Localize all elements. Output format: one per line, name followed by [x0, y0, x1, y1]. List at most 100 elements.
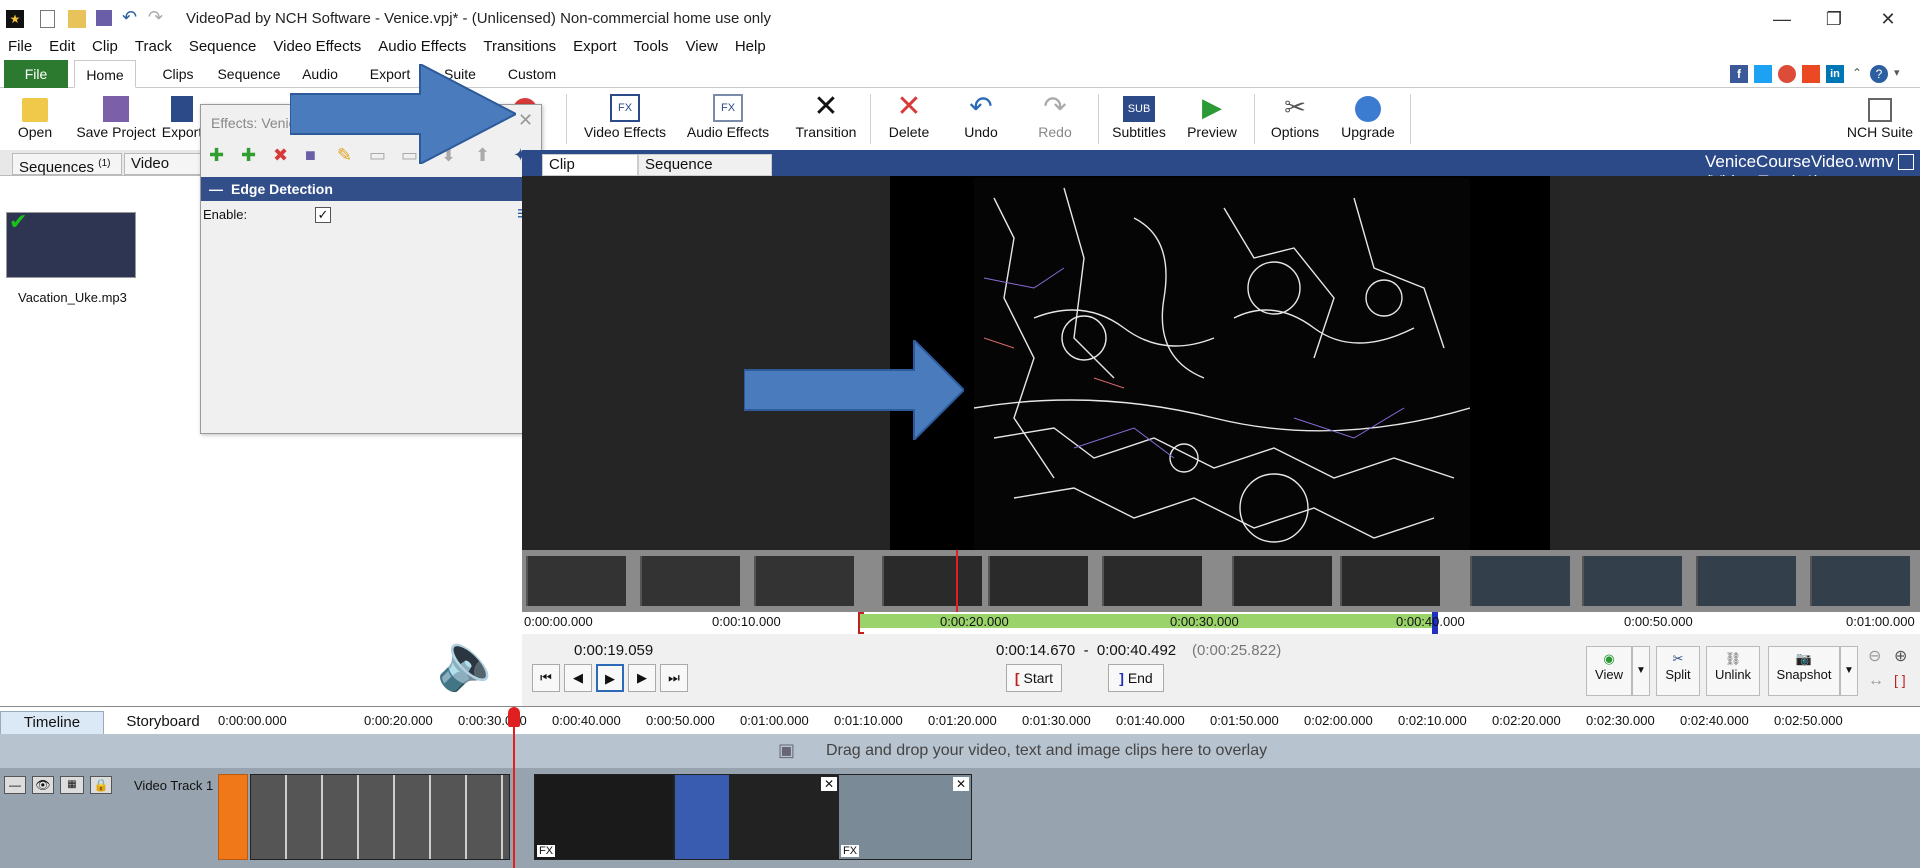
export-button[interactable]: Export [160, 88, 204, 148]
set-end-button[interactable]: ] End [1108, 664, 1164, 692]
tab-clip-preview[interactable]: Clip Preview [542, 154, 638, 193]
redo-button[interactable]: ↷ Redo [1022, 88, 1088, 148]
zoom-in-icon[interactable]: ⊕ [1894, 646, 1907, 666]
playback-controls: 0:00:19.059 ⏮ ◀ ▶ ▶ ⏭ 0:00:14.670 - 0:00… [522, 634, 1920, 706]
tab-file[interactable]: File [4, 60, 68, 88]
timeline-tick: 0:02:50.000 [1774, 713, 1843, 728]
undock-icon[interactable] [1898, 154, 1914, 170]
tab-clips[interactable]: Clips [154, 60, 202, 88]
transition-button[interactable]: ✕ Transition [792, 88, 860, 148]
add-effect-chain-icon[interactable]: ✚ [241, 145, 256, 166]
transition-icon[interactable]: ✕ [820, 777, 837, 791]
range-duration: (0:00:25.822) [1192, 642, 1282, 659]
timeline-clip[interactable] [674, 774, 730, 860]
timeline-clip[interactable] [218, 774, 248, 860]
step-forward-button[interactable]: ▶ [628, 664, 656, 692]
fit-width-icon[interactable]: ↔ [1868, 672, 1884, 690]
googleplus-icon[interactable] [1778, 65, 1796, 83]
overlay-track[interactable]: ▣ Drag and drop your video, text and ima… [0, 734, 1920, 768]
range-start-marker[interactable] [858, 612, 864, 634]
enable-checkbox[interactable]: ✓ [315, 207, 331, 223]
tab-timeline[interactable]: Timeline [0, 711, 104, 735]
options-button[interactable]: ✂ Options [1260, 88, 1330, 148]
fit-range-icon[interactable]: [ ] [1894, 672, 1906, 688]
timeline-clip[interactable]: ✕ [730, 774, 840, 860]
save-project-button[interactable]: Save Project [74, 88, 158, 148]
subtitles-label: Subtitles [1112, 124, 1166, 140]
transition-icon[interactable]: ✕ [952, 777, 969, 791]
view-button[interactable]: ◉ View [1586, 646, 1632, 696]
upgrade-button[interactable]: Upgrade [1334, 88, 1402, 148]
view-dropdown-button[interactable]: ▼ [1632, 646, 1650, 696]
play-button[interactable]: ▶ [596, 664, 624, 692]
add-effect-icon[interactable]: ✚ [209, 145, 224, 166]
preview-play-icon: ▶ [1202, 92, 1222, 122]
tab-sequence-preview[interactable]: Sequence Preview [638, 154, 772, 193]
twitter-icon[interactable] [1754, 65, 1772, 83]
linkedin-icon[interactable]: in [1826, 65, 1844, 83]
track-visibility-icon[interactable]: 👁 [32, 776, 54, 794]
quick-access-redo-icon[interactable]: ↷ [148, 7, 163, 28]
snapshot-button[interactable]: 📷 Snapshot [1768, 646, 1840, 696]
chevron-down-icon[interactable]: ▾ [1894, 66, 1900, 79]
menu-audio-effects[interactable]: Audio Effects [370, 36, 475, 58]
nch-suite-button[interactable]: NCH Suite [1844, 88, 1916, 148]
ruler-tick: 0:00:50.000 [1624, 614, 1693, 629]
quick-access-save-icon[interactable] [96, 10, 112, 26]
tab-sequence[interactable]: Sequence [214, 60, 284, 88]
help-icon[interactable]: ? [1870, 65, 1888, 83]
menu-clip[interactable]: Clip [84, 36, 127, 58]
track-lock-icon[interactable]: 🔒 [90, 776, 112, 794]
tab-video-files[interactable]: Video Files [124, 153, 210, 192]
timeline-clip[interactable] [250, 774, 510, 860]
menu-view[interactable]: View [678, 36, 727, 58]
video-effects-button[interactable]: FX Video Effects [578, 88, 672, 148]
unlink-button[interactable]: ⛓ Unlink [1706, 646, 1760, 696]
menu-export[interactable]: Export [565, 36, 625, 58]
menu-edit[interactable]: Edit [41, 36, 84, 58]
zoom-out-icon[interactable]: ⊖ [1868, 646, 1881, 666]
tab-home[interactable]: Home [74, 60, 136, 88]
go-to-start-button[interactable]: ⏮ [532, 664, 560, 692]
go-to-end-button[interactable]: ⏭ [660, 664, 688, 692]
tab-storyboard[interactable]: Storyboard [110, 711, 216, 735]
track-collapse-icon[interactable]: — [4, 776, 26, 794]
set-start-button[interactable]: [ Start [1006, 664, 1062, 692]
video-effects-label: Video Effects [584, 124, 666, 140]
undo-button[interactable]: ↶ Undo [948, 88, 1014, 148]
menu-transitions[interactable]: Transitions [475, 36, 565, 58]
menu-sequence[interactable]: Sequence [181, 36, 266, 58]
split-button[interactable]: ✂ Split [1656, 646, 1700, 696]
quick-access-new-icon[interactable] [40, 10, 55, 28]
timeline-tick: 0:01:10.000 [834, 713, 903, 728]
timeline-clip[interactable]: FX ✕ [838, 774, 972, 860]
menu-track[interactable]: Track [127, 36, 181, 58]
remove-effect-icon[interactable]: ✖ [273, 145, 288, 166]
facebook-icon[interactable]: f [1730, 65, 1748, 83]
track-blend-icon[interactable]: ▦ [60, 776, 84, 794]
menu-file[interactable]: File [0, 36, 41, 58]
effects-panel-close-button[interactable]: ✕ [518, 110, 533, 131]
preview-button[interactable]: ▶ Preview [1180, 88, 1244, 148]
delete-button[interactable]: ✕ Delete [876, 88, 942, 148]
open-button[interactable]: Open [6, 88, 64, 148]
timeline-tick: 0:01:30.000 [1022, 713, 1091, 728]
snapshot-dropdown-button[interactable]: ▼ [1840, 646, 1858, 696]
audio-effects-button[interactable]: FX Audio Effects [682, 88, 774, 148]
subtitles-button[interactable]: SUB Subtitles [1104, 88, 1174, 148]
quick-access-undo-icon[interactable]: ↶ [122, 7, 137, 28]
tab-sequences[interactable]: Sequences (1) [12, 153, 122, 176]
menu-video-effects[interactable]: Video Effects [265, 36, 370, 58]
restore-button[interactable]: ❐ [1812, 6, 1856, 32]
stumbleupon-icon[interactable] [1802, 65, 1820, 83]
collapse-icon[interactable]: — [209, 181, 223, 197]
menu-tools[interactable]: Tools [626, 36, 678, 58]
minimize-button[interactable]: — [1760, 6, 1804, 32]
timeline-clip[interactable]: FX [534, 774, 674, 860]
media-thumbnail[interactable]: ✔ [6, 209, 136, 278]
quick-access-open-icon[interactable] [68, 10, 86, 28]
chevron-up-icon[interactable]: ⌃ [1852, 66, 1862, 80]
menu-help[interactable]: Help [727, 36, 775, 58]
close-button[interactable]: ✕ [1866, 6, 1910, 32]
step-back-button[interactable]: ◀ [564, 664, 592, 692]
